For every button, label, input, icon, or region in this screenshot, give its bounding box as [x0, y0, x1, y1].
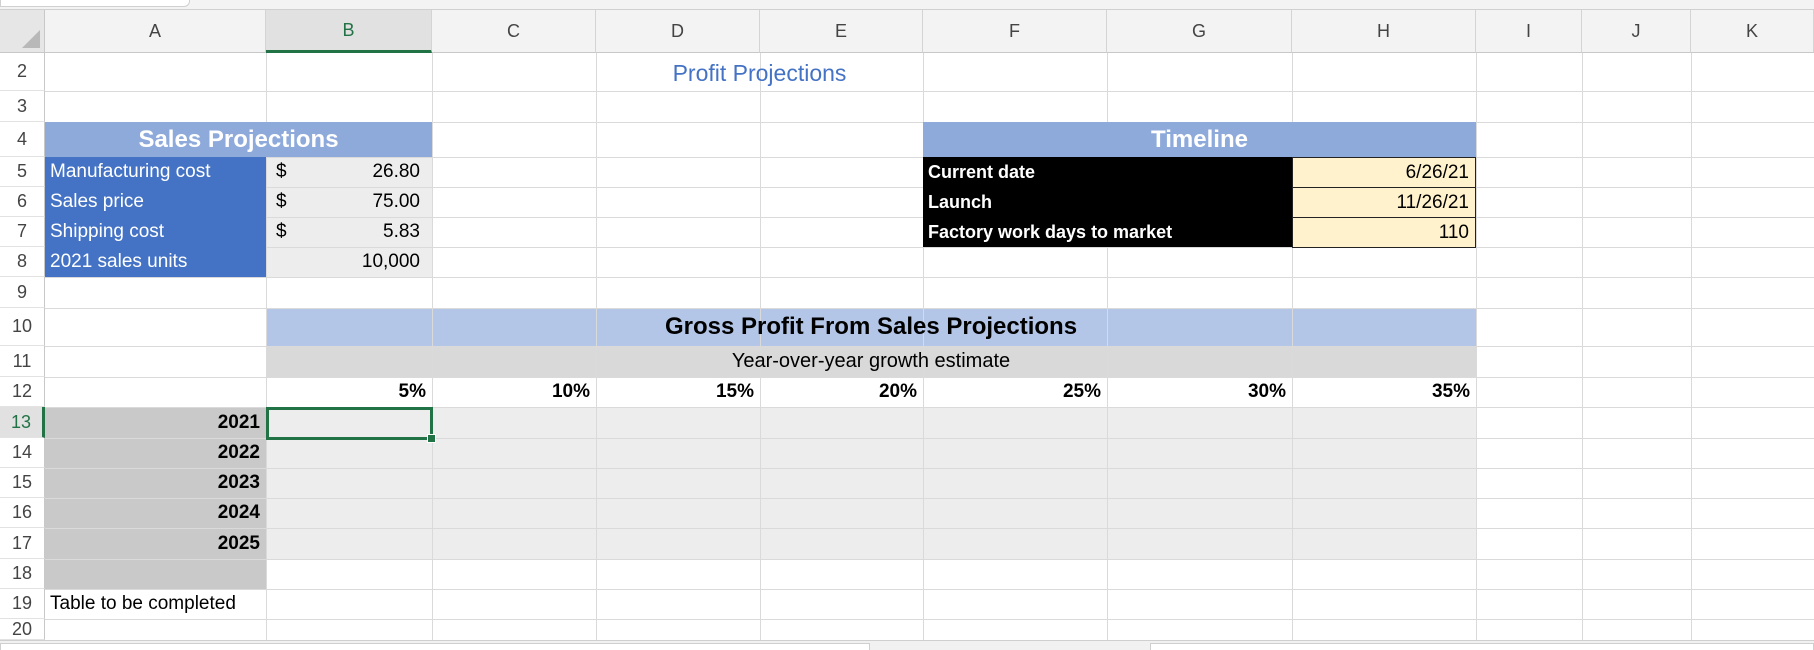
- row-header-12[interactable]: 12: [0, 377, 45, 407]
- year-label[interactable]: 2023: [45, 468, 266, 498]
- sales-label-units[interactable]: 2021 sales units: [45, 247, 266, 277]
- growth-estimate-subheader[interactable]: Year-over-year growth estimate: [266, 346, 1476, 377]
- sales-units-value[interactable]: 10,000: [266, 247, 432, 277]
- row-header-6[interactable]: 6: [0, 187, 45, 217]
- horizontal-scrollbar[interactable]: [1150, 643, 1814, 650]
- column-header-c[interactable]: C: [432, 10, 596, 53]
- column-header-d[interactable]: D: [596, 10, 760, 53]
- row-header-11[interactable]: 11: [0, 346, 45, 377]
- horizontal-scrollbar[interactable]: [0, 643, 870, 650]
- sales-projections-header[interactable]: Sales Projections: [45, 122, 432, 157]
- year-label[interactable]: 2021: [45, 407, 266, 438]
- work-days-value[interactable]: 110: [1292, 217, 1476, 248]
- column-header-g[interactable]: G: [1107, 10, 1292, 53]
- year-label[interactable]: 2025: [45, 528, 266, 559]
- row-header-18[interactable]: 18: [0, 559, 45, 589]
- timeline-header[interactable]: Timeline: [923, 122, 1476, 157]
- growth-rate-header[interactable]: 20%: [760, 377, 923, 407]
- growth-rate-header[interactable]: 15%: [596, 377, 760, 407]
- row-header-3[interactable]: 3: [0, 91, 45, 122]
- growth-rate-header[interactable]: 35%: [1292, 377, 1476, 407]
- row-header-4[interactable]: 4: [0, 122, 45, 157]
- year-label[interactable]: 2022: [45, 438, 266, 468]
- year-label[interactable]: 2024: [45, 498, 266, 528]
- row-header-10[interactable]: 10: [0, 308, 45, 346]
- growth-rate-header[interactable]: 25%: [923, 377, 1107, 407]
- column-header-j[interactable]: J: [1582, 10, 1691, 53]
- sales-label-shipping[interactable]: Shipping cost: [45, 217, 266, 247]
- sales-label-price[interactable]: Sales price: [45, 187, 266, 217]
- row-header-8[interactable]: 8: [0, 247, 45, 277]
- row-header-5[interactable]: 5: [0, 157, 45, 187]
- gross-profit-header[interactable]: Gross Profit From Sales Projections: [266, 308, 1476, 346]
- row-header-15[interactable]: 15: [0, 468, 45, 498]
- growth-rate-header[interactable]: 10%: [432, 377, 596, 407]
- shipping-cost-value[interactable]: 5.83: [266, 217, 432, 247]
- column-header-h[interactable]: H: [1292, 10, 1476, 53]
- column-header-b[interactable]: B: [266, 10, 432, 53]
- timeline-label-work-days[interactable]: Factory work days to market: [923, 217, 1292, 247]
- sales-label-manufacturing[interactable]: Manufacturing cost: [45, 157, 266, 187]
- row-header-7[interactable]: 7: [0, 217, 45, 247]
- fill-handle[interactable]: [427, 434, 436, 443]
- column-header-k[interactable]: K: [1691, 10, 1814, 53]
- row-header-14[interactable]: 14: [0, 438, 45, 468]
- note-text[interactable]: Table to be completed: [50, 589, 310, 619]
- row-header-19[interactable]: 19: [0, 589, 45, 619]
- row-header-9[interactable]: 9: [0, 277, 45, 308]
- growth-rate-header[interactable]: 30%: [1107, 377, 1292, 407]
- growth-rate-header[interactable]: 5%: [266, 377, 432, 407]
- row-header-16[interactable]: 16: [0, 498, 45, 528]
- active-cell-b13[interactable]: [266, 407, 433, 440]
- row-header-2[interactable]: 2: [0, 53, 45, 91]
- current-date-value[interactable]: 6/26/21: [1292, 157, 1476, 188]
- column-header-f[interactable]: F: [923, 10, 1107, 53]
- select-all-triangle-icon: [22, 30, 40, 48]
- column-header-a[interactable]: A: [45, 10, 266, 53]
- launch-date-value[interactable]: 11/26/21: [1292, 187, 1476, 218]
- row-header-20[interactable]: 20: [0, 619, 45, 640]
- manufacturing-cost-value[interactable]: 26.80: [266, 157, 432, 187]
- row-header-13[interactable]: 13: [0, 407, 45, 438]
- sheet-title[interactable]: Profit Projections: [597, 55, 922, 91]
- sales-price-value[interactable]: 75.00: [266, 187, 432, 217]
- row-header-17[interactable]: 17: [0, 528, 45, 559]
- timeline-label-launch[interactable]: Launch: [923, 187, 1292, 217]
- column-header-i[interactable]: I: [1476, 10, 1582, 53]
- column-header-e[interactable]: E: [760, 10, 923, 53]
- timeline-label-current-date[interactable]: Current date: [923, 157, 1292, 187]
